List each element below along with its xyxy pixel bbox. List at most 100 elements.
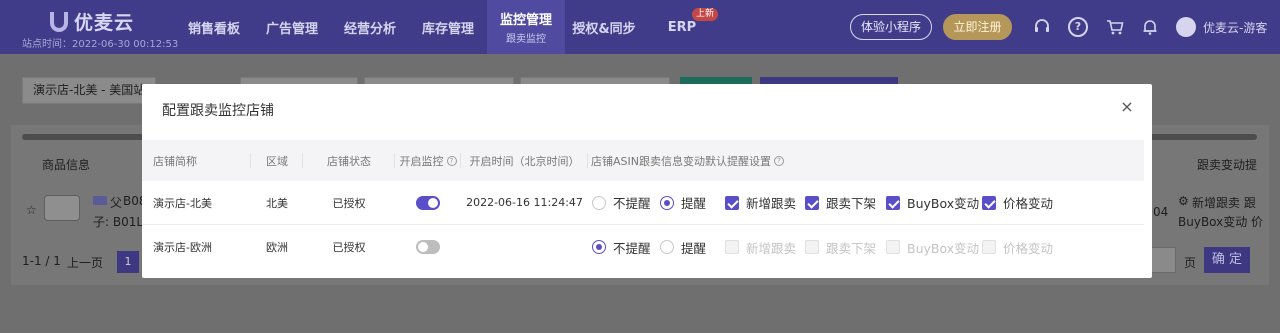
new-badge: 上新 [692, 8, 719, 21]
checkbox-box [805, 195, 819, 210]
close-icon[interactable]: × [1118, 98, 1136, 116]
radio-circle [660, 195, 674, 210]
store-select[interactable]: 演示店-北美 - 美国站 [22, 77, 157, 104]
us-flag-icon [93, 196, 107, 205]
table-row: 演示店-北美 北美 已授权 2022-06-16 11:24:47 不提醒 提醒… [142, 181, 1144, 225]
nav-ad-management[interactable]: 广告管理 [253, 0, 331, 54]
change-text-2: BuyBox变动 价 [1178, 215, 1264, 229]
page-suffix: 页 [1184, 256, 1197, 270]
main-nav: 销售看板 广告管理 经营分析 库存管理 监控管理 跟卖监控 授权&同步 ERP … [175, 0, 721, 54]
monitor-toggle-cell [395, 225, 461, 269]
col-store-label: 店铺简称 [153, 154, 197, 168]
user-avatar[interactable] [1176, 17, 1196, 37]
price-change-checkbox[interactable]: 价格变动 [982, 181, 1053, 224]
value-fragment: 04 [1153, 205, 1169, 219]
store-status: 已授权 [332, 241, 366, 254]
page-1-button[interactable]: 1 [117, 251, 139, 273]
nav-auth-sync[interactable]: 授权&同步 [565, 0, 643, 54]
toggle-knob [418, 242, 428, 252]
table-row: 演示店-欧洲 欧洲 已授权 不提醒 提醒 新增跟卖 跟卖下架 BuyBox变动 … [142, 225, 1144, 269]
nav-inventory[interactable]: 库存管理 [409, 0, 487, 54]
logo[interactable]: 优麦云 [50, 8, 134, 35]
table-header: 店铺简称 区域 店铺状态 开启监控? 开启时间（北京时间） 店铺ASIN跟卖信息… [142, 140, 1144, 181]
option-label: 价格变动 [1003, 240, 1054, 256]
store-name: 演示店-欧洲 [153, 241, 212, 254]
no-remind-radio[interactable]: 不提醒 [592, 181, 651, 224]
monitor-toggle[interactable] [416, 195, 440, 210]
option-label: 不提醒 [613, 196, 651, 211]
goto-page-input[interactable] [1150, 247, 1176, 273]
col-change-alert: 跟卖变动提 [1197, 158, 1258, 172]
confirm-goto-button[interactable]: 确 定 [1204, 247, 1250, 273]
col-settings: 店铺ASIN跟卖信息变动默认提醒设置? [588, 140, 1144, 181]
user-name[interactable]: 优麦云-游客 [1203, 19, 1267, 36]
mini-program-button[interactable]: 体验小程序 [850, 14, 932, 40]
checkbox-box [725, 240, 739, 254]
radio-circle [592, 240, 606, 254]
option-label: BuyBox变动 [907, 240, 980, 256]
cart-icon[interactable] [1105, 17, 1125, 37]
remind-radio[interactable]: 提醒 [660, 181, 706, 224]
checkbox-box [982, 195, 996, 210]
col-start-time: 开启时间（北京时间） [461, 140, 588, 181]
checkbox-box [982, 240, 996, 254]
option-label: 跟卖下架 [826, 196, 877, 211]
new-seller-checkbox[interactable]: 新增跟卖 [725, 181, 796, 224]
option-label: 不提醒 [613, 240, 651, 256]
radio-circle [592, 195, 606, 210]
col-status: 店铺状态 [303, 140, 395, 181]
checkbox-box [725, 195, 739, 210]
remind-radio[interactable]: 提醒 [660, 225, 706, 269]
nav-sub-label: 跟卖监控 [506, 34, 546, 45]
buybox-change-checkbox[interactable]: BuyBox变动 [886, 181, 979, 224]
prev-page-button[interactable]: 上一页 [67, 254, 103, 271]
register-button[interactable]: 立即注册 [943, 14, 1012, 40]
nav-monitoring[interactable]: 监控管理 跟卖监控 [487, 0, 565, 54]
logo-text: 优麦云 [74, 12, 135, 34]
nav-label: 库存管理 [421, 21, 474, 37]
nav-label: 销售看板 [187, 21, 240, 37]
nav-label: 授权&同步 [572, 21, 636, 37]
nav-sales-dashboard[interactable]: 销售看板 [175, 0, 253, 54]
checkbox-box [886, 195, 900, 210]
seller-removed-checkbox[interactable]: 跟卖下架 [805, 181, 876, 224]
bell-icon[interactable] [1140, 17, 1160, 37]
option-label: 新增跟卖 [746, 196, 797, 211]
col-monitor-label: 开启监控 [399, 154, 444, 168]
option-label: 跟卖下架 [826, 240, 877, 256]
modal-title: 配置跟卖监控店铺 [162, 103, 274, 119]
new-seller-checkbox: 新增跟卖 [725, 225, 796, 269]
col-product-info: 商品信息 [42, 158, 91, 172]
logo-mark-icon [50, 11, 68, 32]
col-status-label: 店铺状态 [327, 154, 371, 168]
option-label: 提醒 [681, 240, 707, 256]
pagination-summary: 1-1 / 1 [22, 254, 61, 268]
col-start-time-label: 开启时间（北京时间） [469, 154, 580, 168]
top-navigation-bar: 优麦云 站点时间：2022-06-30 00:12:53 销售看板 广告管理 经… [0, 0, 1280, 54]
store-config-table: 店铺简称 区域 店铺状态 开启监控? 开启时间（北京时间） 店铺ASIN跟卖信息… [142, 140, 1144, 269]
nav-business-analysis[interactable]: 经营分析 [331, 0, 409, 54]
start-time: 2022-06-16 11:24:47 [466, 196, 583, 209]
site-time: 站点时间：2022-06-30 00:12:53 [22, 39, 179, 50]
star-icon[interactable]: ☆ [26, 203, 37, 217]
toggle-knob [428, 197, 438, 208]
region: 欧洲 [266, 241, 288, 254]
option-label: 新增跟卖 [746, 240, 797, 256]
no-remind-radio[interactable]: 不提醒 [592, 225, 651, 269]
product-image [44, 195, 80, 221]
store-name: 演示店-北美 [153, 196, 212, 210]
col-settings-label: 店铺ASIN跟卖信息变动默认提醒设置 [591, 154, 771, 168]
region: 北美 [266, 196, 288, 210]
help-icon[interactable]: ? [773, 155, 784, 166]
help-icon[interactable]: ? [446, 155, 457, 166]
nav-label: 广告管理 [265, 21, 318, 37]
monitor-toggle[interactable] [416, 240, 440, 254]
monitor-toggle-cell [395, 181, 461, 224]
help-icon[interactable]: ? [1068, 17, 1088, 37]
col-region: 区域 [251, 140, 303, 181]
col-region-label: 区域 [266, 154, 288, 168]
gear-icon[interactable]: ⚙ [1178, 194, 1189, 208]
nav-erp[interactable]: ERP 上新 [643, 0, 721, 54]
headset-icon[interactable] [1032, 17, 1052, 37]
start-time [461, 225, 588, 269]
